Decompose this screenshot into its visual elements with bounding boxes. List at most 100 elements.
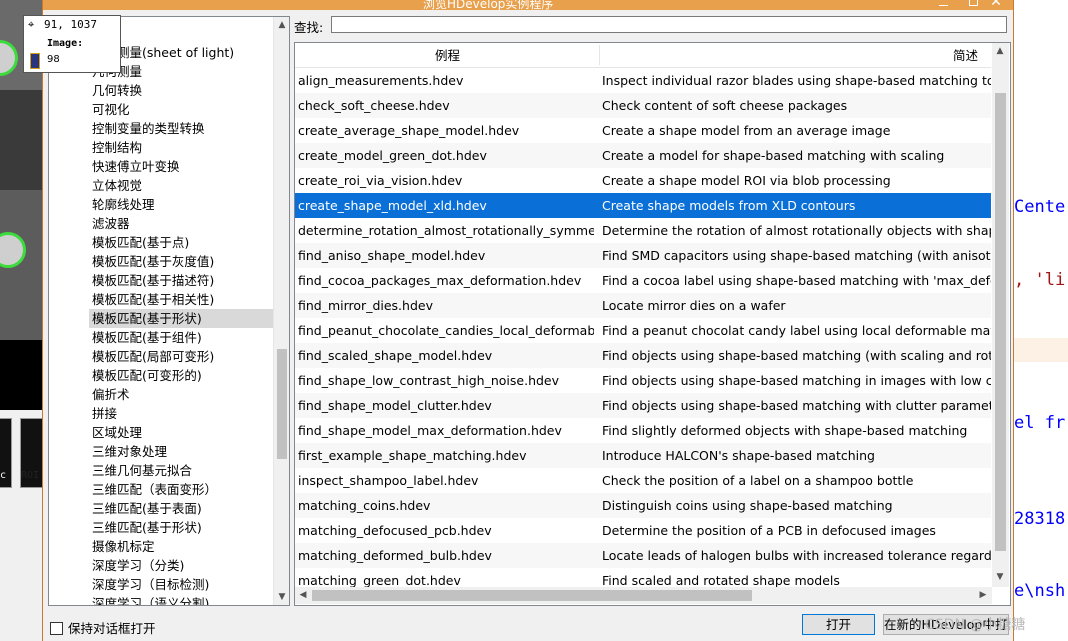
open-button[interactable]: 打开: [802, 614, 875, 635]
example-filename-cell: find_aniso_shape_model.hdev: [298, 248, 486, 263]
example-filename-cell: find_shape_model_clutter.hdev: [298, 398, 492, 413]
title-bar[interactable]: 浏览HDevelop实例程序 ✕: [43, 0, 1013, 10]
crosshair-icon: ⌖: [28, 18, 35, 31]
example-description-cell: Find SMD capacitors using shape-based ma…: [602, 248, 991, 263]
tree-item[interactable]: 滤波器: [92, 214, 130, 233]
table-row[interactable]: find_shape_low_contrast_high_noise.hdev F…: [295, 368, 991, 393]
tree-item[interactable]: 深度学习（语义分割): [92, 594, 209, 605]
table-row[interactable]: inspect_shampoo_label.hdev Check the posi…: [295, 468, 991, 493]
example-filename-cell: determine_rotation_almost_rotationally_s…: [298, 223, 594, 238]
table-horizontal-scrollbar-thumb[interactable]: [312, 590, 752, 601]
table-row[interactable]: find_aniso_shape_model.hdev Find SMD capa…: [295, 243, 991, 268]
table-row[interactable]: first_example_shape_matching.hdev Introdu…: [295, 443, 991, 468]
table-row[interactable]: find_cocoa_packages_max_deformation.hdev…: [295, 268, 991, 293]
table-row[interactable]: determine_rotation_almost_rotationally_s…: [295, 218, 991, 243]
tree-item[interactable]: 几何转换: [92, 81, 142, 100]
tree-item[interactable]: 三维匹配(基于表面): [92, 499, 202, 518]
example-description-cell: Check content of soft cheese packages: [602, 98, 848, 113]
example-filename-cell: first_example_shape_matching.hdev: [298, 448, 527, 463]
category-tree[interactable]: 三角测量(sheet of light)几何测量几何转换可视化控制变量的类型转换…: [48, 16, 290, 606]
example-filename-cell: find_scaled_shape_model.hdev: [298, 348, 493, 363]
tree-item[interactable]: 控制结构: [92, 138, 142, 157]
table-row[interactable]: align_measurements.hdev Inspect individua…: [295, 68, 991, 93]
example-filename-cell: create_shape_model_xld.hdev: [298, 198, 487, 213]
tree-item[interactable]: 三维匹配（表面变形）: [92, 480, 217, 499]
tree-item[interactable]: 深度学习（分类): [92, 556, 184, 575]
minimize-button[interactable]: [928, 0, 958, 10]
tree-item[interactable]: 偏折术: [92, 385, 130, 404]
tree-item[interactable]: 摄像机标定: [92, 537, 155, 556]
thumbnail-label: ROI: [21, 470, 40, 481]
tree-item[interactable]: 模板匹配(基于组件): [92, 328, 202, 347]
example-description-cell: Create shape models from XLD contours: [602, 198, 856, 213]
table-row[interactable]: find_mirror_dies.hdev Locate mirror dies …: [295, 293, 991, 318]
tree-item[interactable]: 模板匹配(基于相关性): [92, 290, 214, 309]
search-label: 查找:: [294, 20, 324, 35]
table-row[interactable]: matching_deformed_bulb.hdev Locate leads …: [295, 543, 991, 568]
scroll-left-icon[interactable]: ◀: [295, 587, 311, 603]
tree-item[interactable]: 模板匹配(可变形的): [92, 366, 202, 385]
tree-item[interactable]: 快速傅立叶变换: [92, 157, 180, 176]
example-filename-cell: matching_defocused_pcb.hdev: [298, 523, 492, 538]
keep-open-checkbox[interactable]: 保持对话框打开: [50, 618, 156, 637]
example-filename-cell: create_roi_via_vision.hdev: [298, 173, 463, 188]
example-filename-cell: matching_coins.hdev: [298, 498, 431, 513]
table-row[interactable]: create_average_shape_model.hdev Create a …: [295, 118, 991, 143]
search-input[interactable]: [331, 16, 1007, 33]
example-description-cell: Inspect individual razor blades using sh…: [602, 73, 991, 88]
table-row[interactable]: create_roi_via_vision.hdev Create a shape…: [295, 168, 991, 193]
window-title: 浏览HDevelop实例程序: [423, 0, 554, 10]
column-header-example[interactable]: 例程: [435, 43, 460, 67]
column-divider[interactable]: [599, 45, 600, 65]
example-description-cell: Locate leads of halogen bulbs with incre…: [602, 548, 991, 563]
table-vertical-scrollbar[interactable]: ▲ ▼: [992, 43, 1009, 587]
example-description-cell: Find objects using shape-based matching …: [602, 373, 991, 388]
tree-item[interactable]: 模板匹配(局部可变形): [92, 347, 214, 366]
background-image-viewer: c ROI: [0, 0, 44, 641]
example-filename-cell: find_peanut_chocolate_candies_local_defo…: [298, 323, 594, 338]
table-vertical-scrollbar-thumb[interactable]: [995, 93, 1006, 551]
tree-item[interactable]: 三维匹配(基于形状): [92, 518, 202, 537]
table-row[interactable]: find_peanut_chocolate_candies_local_defo…: [295, 318, 991, 343]
scroll-right-icon[interactable]: ▶: [975, 587, 991, 603]
tree-scrollbar-thumb[interactable]: [277, 349, 287, 459]
tree-item[interactable]: 可视化: [92, 100, 130, 119]
tree-item[interactable]: 轮廓线处理: [92, 195, 155, 214]
checkbox-icon[interactable]: [50, 622, 63, 635]
background-code-editor: Cente , 'li el fr 28318 e\nsh: [1010, 0, 1068, 641]
scroll-up-icon[interactable]: ▲: [274, 17, 289, 33]
table-row[interactable]: create_shape_model_xld.hdev Create shape …: [295, 193, 991, 218]
example-description-cell: Create a shape model ROI via blob proces…: [602, 173, 891, 188]
close-icon[interactable]: ✕: [981, 0, 1011, 10]
table-row[interactable]: matching_coins.hdev Distinguish coins usi…: [295, 493, 991, 518]
tree-item[interactable]: 控制变量的类型转换: [92, 119, 205, 138]
table-row[interactable]: matching_defocused_pcb.hdev Determine the…: [295, 518, 991, 543]
scroll-down-icon[interactable]: ▼: [992, 569, 1008, 585]
column-header-description[interactable]: 简述: [953, 43, 978, 67]
tree-item[interactable]: 模板匹配(基于灰度值): [92, 252, 214, 271]
example-filename-cell: check_soft_cheese.hdev: [298, 98, 450, 113]
tree-scrollbar[interactable]: ▲ ▼: [273, 17, 289, 605]
tree-item[interactable]: 区域处理: [92, 423, 142, 442]
example-browser-dialog: 浏览HDevelop实例程序 ✕ 三角测量(sheet of light)几何测…: [42, 0, 1014, 641]
table-row[interactable]: create_model_green_dot.hdev Create a mode…: [295, 143, 991, 168]
scroll-up-icon[interactable]: ▲: [992, 43, 1008, 59]
tree-item[interactable]: 模板匹配(基于形状): [89, 309, 275, 328]
scroll-down-icon[interactable]: ▼: [274, 589, 289, 605]
example-filename-cell: create_model_green_dot.hdev: [298, 148, 487, 163]
table-row[interactable]: find_scaled_shape_model.hdev Find objects…: [295, 343, 991, 368]
tree-item[interactable]: 深度学习（目标检测): [92, 575, 209, 594]
table-horizontal-scrollbar[interactable]: ◀ ▶: [295, 587, 992, 604]
example-description-cell: Determine the position of a PCB in defoc…: [602, 523, 936, 538]
table-row[interactable]: find_shape_model_max_deformation.hdev Fin…: [295, 418, 991, 443]
table-row[interactable]: find_shape_model_clutter.hdev Find object…: [295, 393, 991, 418]
example-filename-cell: inspect_shampoo_label.hdev: [298, 473, 479, 488]
tree-item[interactable]: 模板匹配(基于点): [92, 233, 189, 252]
example-filename-cell: create_average_shape_model.hdev: [298, 123, 520, 138]
tree-item[interactable]: 模板匹配(基于描述符): [92, 271, 214, 290]
tree-item[interactable]: 三维几何基元拟合: [92, 461, 192, 480]
tree-item[interactable]: 三维对象处理: [92, 442, 167, 461]
tree-item[interactable]: 立体视觉: [92, 176, 142, 195]
table-row[interactable]: check_soft_cheese.hdev Check content of s…: [295, 93, 991, 118]
tree-item[interactable]: 拼接: [92, 404, 117, 423]
